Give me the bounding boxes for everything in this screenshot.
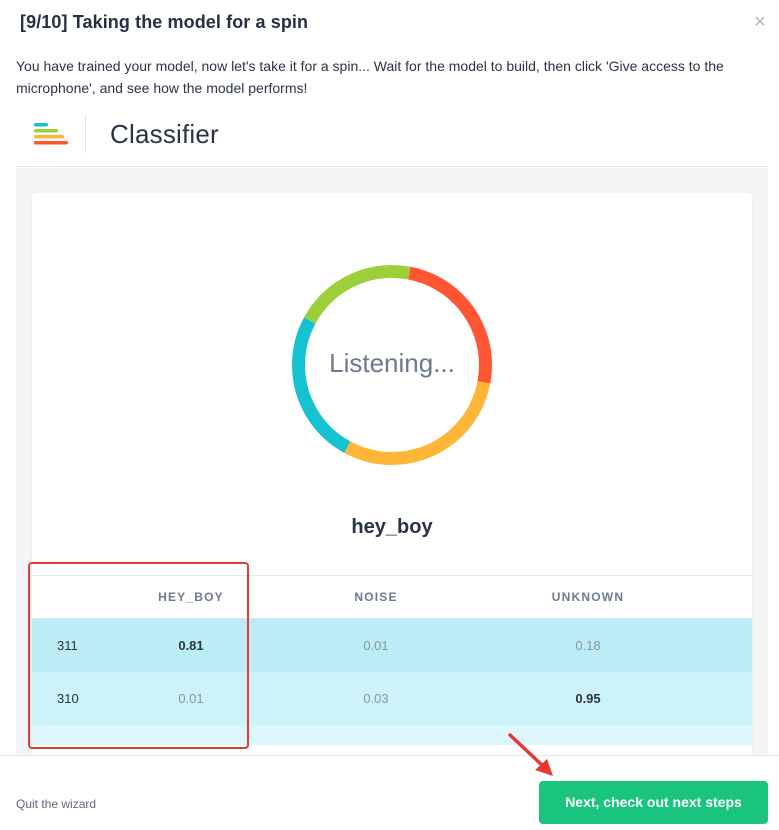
table-row: 310 0.01 0.03 0.95 (32, 671, 752, 725)
quit-wizard-link[interactable]: Quit the wizard (16, 797, 96, 811)
row-index: 311 (32, 618, 110, 672)
noise-score: 0.01 (272, 618, 480, 672)
listening-status: Listening... (329, 348, 455, 378)
header-noise: NOISE (272, 575, 480, 619)
red-arrow-icon (508, 733, 553, 776)
unknown-score: 0.18 (480, 618, 696, 672)
classifier-header: Classifier (16, 109, 768, 167)
noise-score: 0.03 (272, 671, 480, 725)
wizard-footer: Quit the wizard Next, check out next ste… (0, 755, 779, 830)
classifier-panel: Listening... hey_boy HEY_BOY NOISE UNKNO… (16, 168, 768, 755)
modal-title: [9/10] Taking the model for a spin (20, 12, 309, 32)
results-table: HEY_BOY NOISE UNKNOWN 311 0.81 0.01 0.18… (32, 575, 752, 745)
hey-boy-score: 0.81 (110, 618, 272, 672)
row-index: 310 (32, 671, 110, 725)
classifier-name: Classifier (110, 119, 219, 149)
header-divider (85, 115, 86, 153)
header-unknown: UNKNOWN (480, 575, 696, 619)
classifier-logo-icon (34, 123, 68, 145)
hey-boy-score: 0.01 (110, 671, 272, 725)
table-row: 311 0.81 0.01 0.18 (32, 618, 752, 672)
intro-text: You have trained your model, now let's t… (16, 58, 724, 96)
row-spacer (696, 618, 752, 672)
close-icon[interactable]: ✕ (751, 14, 769, 32)
table-row-partial (32, 724, 752, 745)
table-header-row: HEY_BOY NOISE UNKNOWN (32, 575, 752, 619)
header-hey-boy: HEY_BOY (110, 575, 272, 619)
header-index (32, 575, 110, 619)
header-spacer (696, 575, 752, 619)
row-spacer (696, 671, 752, 725)
classifier-card: Listening... hey_boy HEY_BOY NOISE UNKNO… (32, 193, 752, 755)
next-steps-button[interactable]: Next, check out next steps (539, 781, 768, 824)
prediction-label: hey_boy (351, 516, 433, 538)
unknown-score: 0.95 (480, 671, 696, 725)
